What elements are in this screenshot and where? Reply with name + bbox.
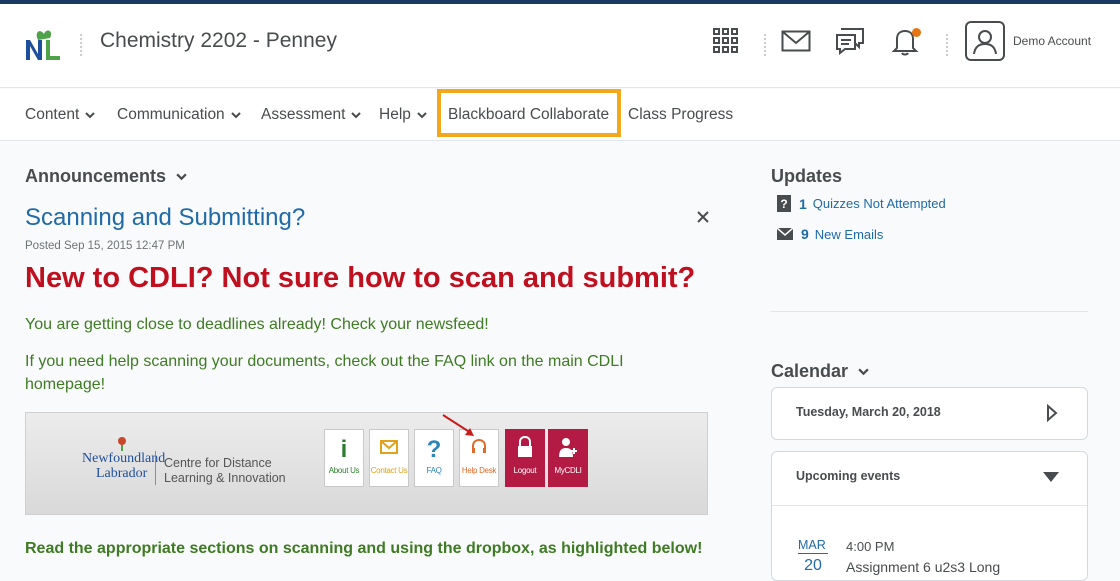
nav-content[interactable]: Content [25,89,96,141]
lock-icon [506,430,544,466]
event-day: 20 [798,553,828,575]
nav-label: Class Progress [628,106,734,123]
chevron-down-icon [351,112,362,119]
update-count: 9 [801,226,809,242]
upcoming-events-panel: Upcoming events MAR 20 4:00 PM Assignmen… [771,451,1088,581]
banner-divider [155,451,156,485]
mycdli-tile: MyCDLI [548,429,588,487]
chevron-down-icon [176,173,187,181]
user-icon [973,30,997,55]
calendar-label: Calendar [771,361,849,381]
info-icon: i [340,436,348,463]
announcement-paragraph: You are getting close to deadlines alrea… [25,316,489,333]
chevron-down-icon [858,368,869,376]
update-count: 1 [799,195,807,212]
announcements-label: Announcements [25,166,167,186]
updates-header: Updates [771,166,843,186]
avatar[interactable] [965,21,1005,61]
pitcher-plant-icon [118,437,126,451]
course-selector-grid-icon[interactable] [711,26,741,56]
event-time: 4:00 PM [846,539,895,554]
event-title[interactable]: Assignment 6 u2s3 Long [846,559,1000,575]
chevron-down-icon [230,112,241,119]
upcoming-events-label: Upcoming events [796,469,901,483]
chat-bubbles-icon[interactable] [835,26,865,56]
nav-class-progress[interactable]: Class Progress [628,89,733,141]
event-month: MAR [798,538,826,552]
nav-label: Assessment [261,106,346,123]
announcement-paragraph: Read the appropriate sections on scannin… [25,540,703,557]
calendar-date-box[interactable]: Tuesday, March 20, 2018 [771,387,1088,440]
announcement-title[interactable]: Scanning and Submitting? [25,204,305,232]
header-separator [764,34,766,56]
quiz-icon: ? [777,195,791,212]
calendar-header[interactable]: Calendar [771,361,869,382]
account-name[interactable]: Demo Account [1013,34,1091,48]
nav-label: Help [379,106,411,123]
caret-down-icon[interactable] [1042,471,1060,483]
announcement-paragraph: If you need help scanning your documents… [25,353,624,393]
update-text: New Emails [814,226,884,242]
about-us-tile: i About Us [324,429,364,487]
red-arrow-icon [442,414,474,436]
update-text: Quizzes Not Attempted [812,196,946,211]
announcements-header[interactable]: Announcements [25,166,187,187]
nav-highlight-box [437,89,621,137]
envelope-icon [370,430,408,466]
nav-label: Communication [117,106,225,123]
update-emails[interactable]: 9 New Emails [777,226,883,242]
cdli-banner-image: Newfoundland Labrador Centre for Distanc… [25,412,708,515]
envelope-icon[interactable] [781,26,811,56]
logout-tile: Logout [505,429,545,487]
divider [772,505,1087,506]
announcement-headline: New to CDLI? Not sure how to scan and su… [25,262,696,294]
header-separator [946,34,948,56]
nav-assessment[interactable]: Assessment [261,89,362,141]
nav-label: Content [25,106,80,123]
chevron-down-icon [85,112,96,119]
divider [771,311,1088,312]
envelope-icon [777,228,793,240]
nav-communication[interactable]: Communication [117,89,241,141]
header-separator [80,34,82,56]
nl-logo-icon[interactable] [24,26,64,62]
close-icon[interactable] [694,208,712,226]
posted-date: Posted Sep 15, 2015 12:47 PM [25,240,185,252]
svg-text:?: ? [780,197,787,211]
nav-help[interactable]: Help [379,89,427,141]
nl-wordmark: Newfoundland Labrador [82,451,166,481]
course-title[interactable]: Chemistry 2202 - Penney [100,29,337,53]
calendar-date: Tuesday, March 20, 2018 [796,405,941,419]
cdli-wordmark: Centre for Distance Learning & Innovatio… [164,456,286,485]
notification-badge [912,28,921,37]
user-add-icon [549,430,587,466]
next-arrow-icon[interactable] [1045,404,1059,422]
chevron-down-icon [417,112,427,119]
update-quizzes[interactable]: ? 1 Quizzes Not Attempted [777,195,946,212]
contact-us-tile: Contact Us [369,429,409,487]
